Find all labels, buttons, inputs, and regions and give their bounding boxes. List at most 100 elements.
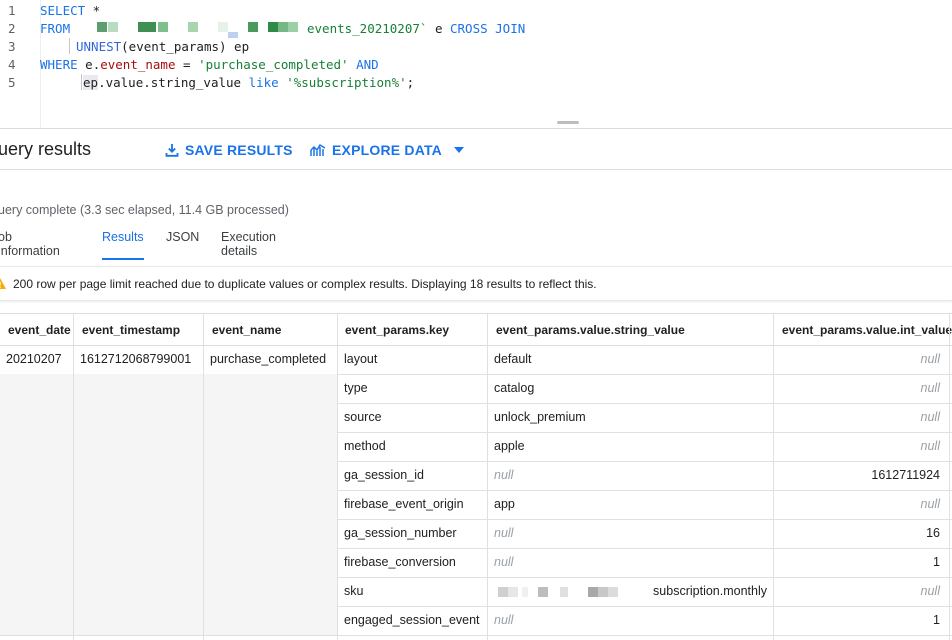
table-cell[interactable]: subscription.monthly xyxy=(488,577,773,606)
query-status: uery complete (3.3 sec elapsed, 11.4 GB … xyxy=(0,203,289,217)
redaction-block xyxy=(538,587,548,597)
table-cell[interactable]: firebase_conversion xyxy=(338,548,487,577)
resize-handle[interactable] xyxy=(557,121,579,124)
table-row: engaged_session_event null 1 xyxy=(0,606,952,636)
table-cell[interactable]: sku xyxy=(338,577,487,606)
table-cell[interactable]: source xyxy=(338,403,487,432)
table-cell[interactable]: null xyxy=(774,345,950,374)
table-cell[interactable] xyxy=(74,432,203,461)
table-cell[interactable] xyxy=(74,606,203,635)
tab-execution-details[interactable]: Execution details xyxy=(221,230,276,258)
table-cell[interactable] xyxy=(0,461,73,490)
line-number-gutter: 1 2 3 4 5 xyxy=(0,0,40,128)
table-cell[interactable]: app xyxy=(488,490,773,519)
code-line-4[interactable]: WHERE e.event_name = 'purchase_completed… xyxy=(40,57,379,72)
sql-editor[interactable]: 1 2 3 4 5 SELECT * FROM events_20210207`… xyxy=(0,0,952,128)
table-cell[interactable] xyxy=(204,490,337,519)
table-cell[interactable] xyxy=(204,374,337,403)
table-cell[interactable]: null xyxy=(488,519,773,548)
table-cell[interactable]: ga_session_id xyxy=(338,461,487,490)
code-text: e. xyxy=(77,57,101,72)
cell-text: null xyxy=(920,410,940,424)
table-cell[interactable]: null xyxy=(774,432,950,461)
table-cell[interactable] xyxy=(204,519,337,548)
table-cell[interactable] xyxy=(204,403,337,432)
column-header-event-name[interactable]: event_name xyxy=(212,323,281,337)
table-cell[interactable]: 1 xyxy=(774,548,950,577)
column-header-int-value[interactable]: event_params.value.int_value xyxy=(782,323,952,337)
table-cell[interactable]: null xyxy=(774,577,950,606)
cell-text: sku xyxy=(344,584,364,598)
code-line-3[interactable]: UNNEST(event_params) ep xyxy=(76,39,249,54)
code-line-1[interactable]: SELECT * xyxy=(40,3,100,18)
table-cell[interactable]: null xyxy=(774,403,950,432)
table-cell[interactable] xyxy=(0,548,73,577)
column-header-event-timestamp[interactable]: event_timestamp xyxy=(82,323,180,337)
table-cell[interactable]: null xyxy=(488,606,773,635)
column-header-string-value[interactable]: event_params.value.string_value xyxy=(496,323,685,337)
table-cell[interactable]: engaged_session_event xyxy=(338,606,487,635)
cell-text: purchase_completed xyxy=(210,352,327,366)
table-cell[interactable]: catalog xyxy=(488,374,773,403)
table-cell[interactable] xyxy=(74,461,203,490)
table-cell[interactable]: default xyxy=(488,345,773,374)
table-cell[interactable]: layout xyxy=(338,345,487,374)
table-row: sku subscription.monthly null xyxy=(0,577,952,607)
cell-text: engaged_session_event xyxy=(344,613,480,627)
indent-guide xyxy=(81,74,82,90)
table-cell[interactable]: purchase_completed xyxy=(204,345,337,374)
table-cell[interactable]: 1612712068799001 xyxy=(74,345,203,374)
table-cell[interactable] xyxy=(0,606,73,635)
table-cell[interactable]: null xyxy=(488,548,773,577)
code-line-5[interactable]: ep.value.string_value like '%subscriptio… xyxy=(83,75,414,90)
table-cell[interactable]: firebase_event_origin xyxy=(338,490,487,519)
tab-json[interactable]: JSON xyxy=(166,230,199,258)
table-cell[interactable] xyxy=(204,577,337,606)
table-cell[interactable] xyxy=(0,577,73,606)
column-header-params-key[interactable]: event_params.key xyxy=(345,323,449,337)
table-cell[interactable] xyxy=(74,577,203,606)
line-number: 2 xyxy=(8,21,16,36)
table-cell[interactable]: 16 xyxy=(774,519,950,548)
table-cell[interactable] xyxy=(74,403,203,432)
table-cell[interactable]: type xyxy=(338,374,487,403)
redaction-block xyxy=(608,587,618,597)
field-name: event_name xyxy=(100,57,176,72)
table-cell[interactable]: 1612711924 xyxy=(774,461,950,490)
table-cell[interactable]: method xyxy=(338,432,487,461)
warning-text: 200 row per page limit reached due to du… xyxy=(13,277,597,291)
table-cell[interactable]: null xyxy=(488,461,773,490)
column-header-event-date[interactable]: event_date xyxy=(8,323,71,337)
tab-results[interactable]: Results xyxy=(102,230,144,260)
explore-data-button[interactable]: EXPLORE DATA xyxy=(310,142,466,158)
code-line-2[interactable]: FROM xyxy=(40,21,70,36)
table-cell[interactable]: 20210207 xyxy=(0,345,73,374)
table-cell[interactable] xyxy=(204,461,337,490)
save-results-button[interactable]: SAVE RESULTS xyxy=(165,142,293,158)
column-divider xyxy=(487,313,488,640)
cell-text: 20210207 xyxy=(6,352,62,366)
table-cell[interactable] xyxy=(204,606,337,635)
table-cell[interactable]: 1 xyxy=(774,606,950,635)
table-cell[interactable] xyxy=(74,548,203,577)
table-cell[interactable] xyxy=(0,432,73,461)
table-cell[interactable] xyxy=(74,374,203,403)
table-cell[interactable]: ga_session_number xyxy=(338,519,487,548)
cell-text: layout xyxy=(344,352,378,366)
table-cell[interactable] xyxy=(204,548,337,577)
table-cell[interactable] xyxy=(74,490,203,519)
table-cell[interactable]: null xyxy=(774,374,950,403)
code-text: (event_params) ep xyxy=(121,39,250,54)
table-cell[interactable]: unlock_premium xyxy=(488,403,773,432)
table-cell[interactable]: null xyxy=(774,490,950,519)
table-cell[interactable] xyxy=(74,519,203,548)
table-cell[interactable] xyxy=(0,374,73,403)
tab-job-information[interactable]: ob information xyxy=(0,230,60,258)
redaction-block xyxy=(598,587,608,597)
table-cell[interactable] xyxy=(0,519,73,548)
table-cell[interactable] xyxy=(0,490,73,519)
line-number: 3 xyxy=(8,39,16,54)
table-cell[interactable] xyxy=(0,403,73,432)
table-cell[interactable]: apple xyxy=(488,432,773,461)
table-cell[interactable] xyxy=(204,432,337,461)
